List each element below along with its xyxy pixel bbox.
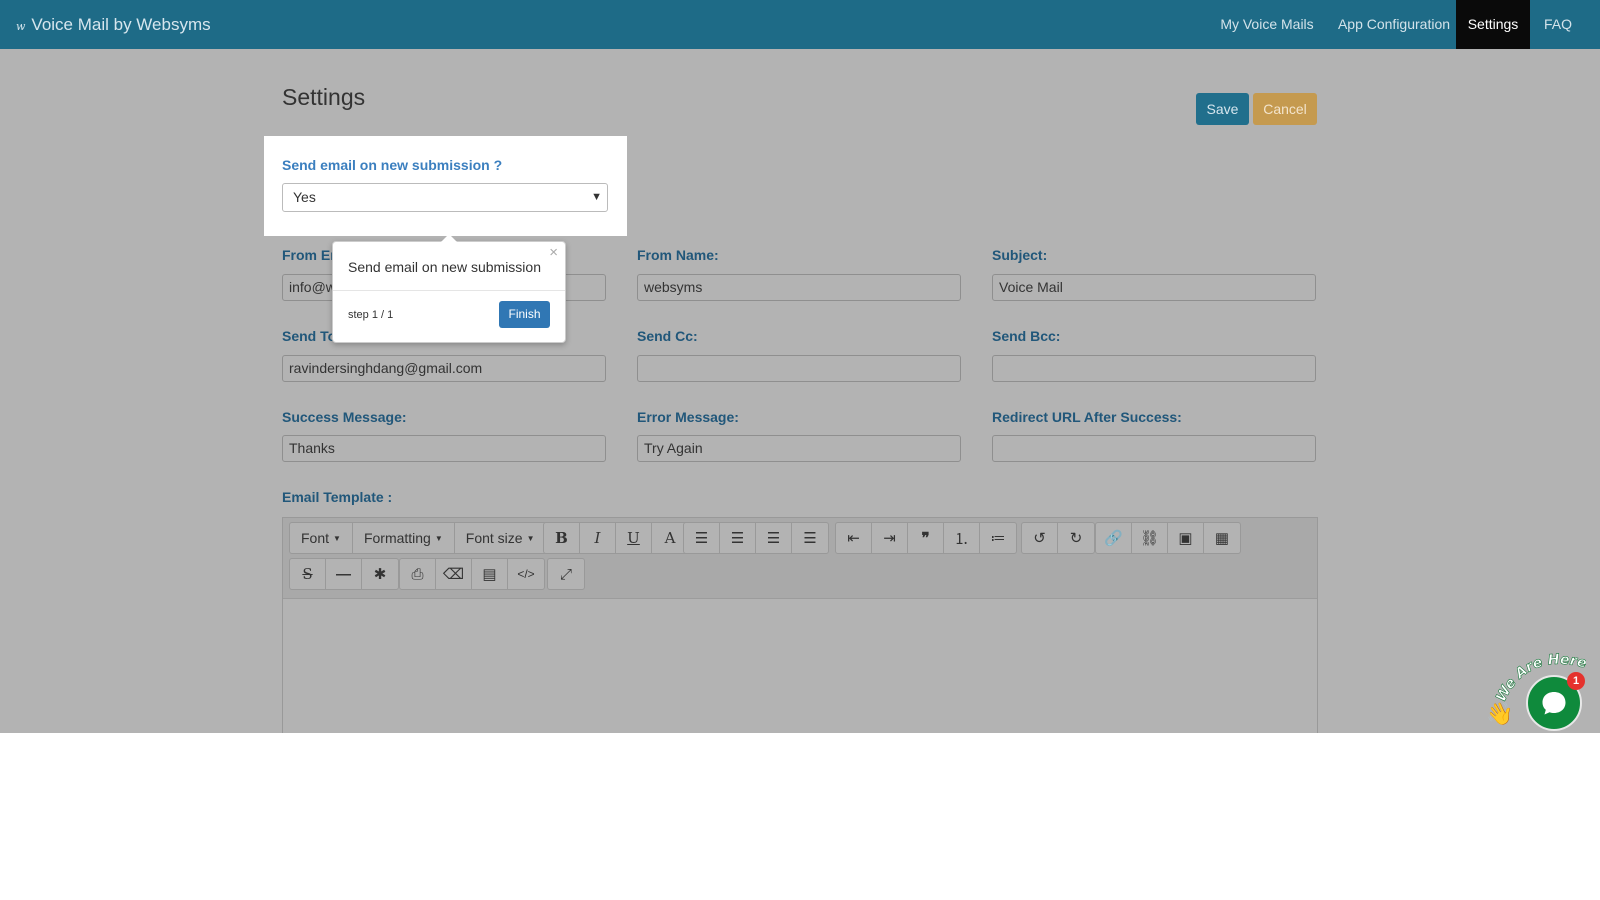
success-message-label: Success Message: bbox=[282, 409, 407, 425]
blockquote-icon[interactable]: ❞ bbox=[908, 523, 944, 553]
send-to-field[interactable]: ravindersinghdang@gmail.com bbox=[282, 355, 606, 382]
save-button[interactable]: Save bbox=[1196, 93, 1249, 125]
waving-hand-icon: 👋 bbox=[1486, 701, 1514, 726]
horizontal-rule-icon[interactable]: — bbox=[326, 559, 362, 589]
font-dropdown[interactable]: Font ▼ bbox=[290, 523, 353, 553]
caret-down-icon: ▼ bbox=[333, 533, 341, 543]
undo-icon[interactable]: ↺ bbox=[1022, 523, 1058, 553]
editor-toolbar: Font ▼ Formatting ▼ Font size ▼ B I U A ☰ ☰… bbox=[283, 518, 1317, 599]
top-navbar: w Voice Mail by Websyms My Voice Mails A… bbox=[0, 0, 1600, 49]
redo-icon[interactable]: ↻ bbox=[1058, 523, 1094, 553]
subject-label: Subject: bbox=[992, 247, 1048, 263]
error-message-label: Error Message: bbox=[637, 409, 739, 425]
toolbar-group-history: ↺ ↻ bbox=[1021, 522, 1095, 554]
align-justify-icon[interactable]: ☰ bbox=[792, 523, 828, 553]
redirect-url-label: Redirect URL After Success: bbox=[992, 409, 1182, 425]
send-cc-label: Send Cc: bbox=[637, 328, 698, 344]
subject-field[interactable]: Voice Mail bbox=[992, 274, 1316, 301]
font-dropdown-label: Font bbox=[301, 530, 330, 546]
align-center-icon[interactable]: ☰ bbox=[720, 523, 756, 553]
editor-content-area[interactable] bbox=[283, 599, 1317, 733]
close-icon[interactable]: × bbox=[549, 244, 558, 261]
toolbar-group-align: ☰ ☰ ☰ ☰ bbox=[683, 522, 829, 554]
underline-icon[interactable]: U bbox=[616, 523, 652, 553]
tour-popover: × Send email on new submission step 1 / … bbox=[332, 234, 566, 343]
toolbar-group-misc: S — ✱ bbox=[289, 558, 399, 590]
eraser-icon[interactable]: ⌫ bbox=[436, 559, 472, 589]
nav-app-configuration[interactable]: App Configuration bbox=[1330, 0, 1458, 49]
send-email-select[interactable]: Yes ▼ bbox=[282, 183, 608, 212]
toolbar-group-tools: ⎙ ⌫ ▤ </> bbox=[399, 558, 545, 590]
popover-content: Send email on new submission bbox=[348, 259, 541, 275]
email-template-label: Email Template : bbox=[282, 489, 393, 505]
success-message-field[interactable]: Thanks bbox=[282, 435, 606, 462]
toolbar-group-view: ⤢ bbox=[547, 558, 585, 590]
brand-title: Voice Mail by Websyms bbox=[31, 14, 211, 34]
finish-button[interactable]: Finish bbox=[499, 301, 550, 328]
nav-faq[interactable]: FAQ bbox=[1536, 0, 1580, 49]
send-bcc-label: Send Bcc: bbox=[992, 328, 1061, 344]
indent-icon[interactable]: ⇥ bbox=[872, 523, 908, 553]
cancel-button[interactable]: Cancel bbox=[1253, 93, 1317, 125]
unlink-icon[interactable]: ⛓ bbox=[1132, 523, 1168, 553]
send-email-select-value: Yes bbox=[293, 189, 316, 205]
ordered-list-icon[interactable]: ⒈ bbox=[944, 523, 980, 553]
image-icon[interactable]: ▣ bbox=[1168, 523, 1204, 553]
align-right-icon[interactable]: ☰ bbox=[756, 523, 792, 553]
brand-logo-icon: w bbox=[16, 20, 26, 33]
align-left-icon[interactable]: ☰ bbox=[684, 523, 720, 553]
tour-highlight: Send email on new submission ? Yes ▼ bbox=[264, 136, 627, 236]
redirect-url-field[interactable] bbox=[992, 435, 1316, 462]
notification-badge: 1 bbox=[1567, 672, 1585, 690]
chevron-down-icon: ▼ bbox=[591, 191, 602, 203]
font-size-dropdown[interactable]: Font size ▼ bbox=[455, 523, 546, 553]
chat-icon bbox=[1542, 692, 1566, 715]
toolbar-group-font: Font ▼ Formatting ▼ Font size ▼ bbox=[289, 522, 547, 554]
toolbar-group-insert: 🔗 ⛓ ▣ ▦ bbox=[1095, 522, 1241, 554]
italic-icon[interactable]: I bbox=[580, 523, 616, 553]
print-icon[interactable]: ⎙ bbox=[400, 559, 436, 589]
formatting-dropdown[interactable]: Formatting ▼ bbox=[353, 523, 455, 553]
caret-down-icon: ▼ bbox=[434, 533, 443, 543]
chat-widget[interactable]: We Are Here! 1 👋 bbox=[1486, 645, 1586, 733]
page-title: Settings bbox=[282, 84, 366, 110]
brand[interactable]: w Voice Mail by Websyms bbox=[16, 0, 211, 49]
formatting-dropdown-label: Formatting bbox=[363, 530, 431, 546]
paste-word-icon[interactable]: ▤ bbox=[472, 559, 508, 589]
link-icon[interactable]: 🔗 bbox=[1096, 523, 1132, 553]
popover-divider bbox=[333, 290, 565, 291]
toolbar-group-style: B I U A bbox=[543, 522, 689, 554]
table-icon[interactable]: ▦ bbox=[1204, 523, 1240, 553]
caret-down-icon: ▼ bbox=[526, 533, 535, 543]
outdent-icon[interactable]: ⇤ bbox=[836, 523, 872, 553]
from-name-label: From Name: bbox=[637, 247, 719, 263]
popover-step: step 1 / 1 bbox=[348, 309, 394, 321]
send-bcc-field[interactable] bbox=[992, 355, 1316, 382]
nav-my-voice-mails[interactable]: My Voice Mails bbox=[1208, 0, 1326, 49]
app-viewport: w Voice Mail by Websyms My Voice Mails A… bbox=[0, 0, 1600, 733]
from-name-field[interactable]: websyms bbox=[637, 274, 961, 301]
font-size-dropdown-label: Font size bbox=[465, 530, 523, 546]
toolbar-group-lists: ⇤ ⇥ ❞ ⒈ ≔ bbox=[835, 522, 1017, 554]
special-char-icon[interactable]: ✱ bbox=[362, 559, 398, 589]
strikethrough-icon[interactable]: S bbox=[290, 559, 326, 589]
send-email-label: Send email on new submission ? bbox=[282, 157, 503, 173]
unordered-list-icon[interactable]: ≔ bbox=[980, 523, 1016, 553]
send-cc-field[interactable] bbox=[637, 355, 961, 382]
error-message-field[interactable]: Try Again bbox=[637, 435, 961, 462]
nav-settings[interactable]: Settings bbox=[1456, 0, 1530, 49]
code-view-icon[interactable]: </> bbox=[508, 559, 544, 589]
popover-caret bbox=[441, 234, 457, 242]
bold-icon[interactable]: B bbox=[544, 523, 580, 553]
fullscreen-icon[interactable]: ⤢ bbox=[548, 559, 584, 589]
email-template-editor: Font ▼ Formatting ▼ Font size ▼ B I U A ☰ ☰… bbox=[282, 517, 1318, 733]
